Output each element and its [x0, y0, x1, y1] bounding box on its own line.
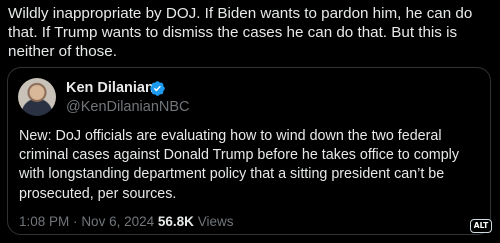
views-count: 56.8K — [157, 214, 194, 229]
alt-text-badge[interactable]: ALT — [470, 219, 492, 233]
quoted-tweet-card[interactable]: Ken Dilanian @KenDilanianNBC New: DoJ of… — [7, 67, 491, 235]
meta-separator: · — [73, 214, 78, 229]
post-text: Wildly inappropriate by DOJ. If Biden wa… — [8, 5, 473, 60]
author-name[interactable]: Ken Dilanian — [66, 80, 154, 97]
author-handle[interactable]: @KenDilanianNBC — [66, 99, 190, 116]
tweet-time[interactable]: 1:08 PM — [19, 214, 69, 229]
views-label: Views — [197, 214, 234, 229]
tweet-meta: 1:08 PM · Nov 6, 2024 56.8K Views — [19, 214, 233, 230]
tweet-date[interactable]: Nov 6, 2024 — [81, 214, 154, 229]
avatar[interactable] — [18, 78, 56, 116]
verified-badge-icon — [150, 81, 165, 96]
quoted-tweet-text: New: DoJ officials are evaluating how to… — [19, 128, 459, 202]
